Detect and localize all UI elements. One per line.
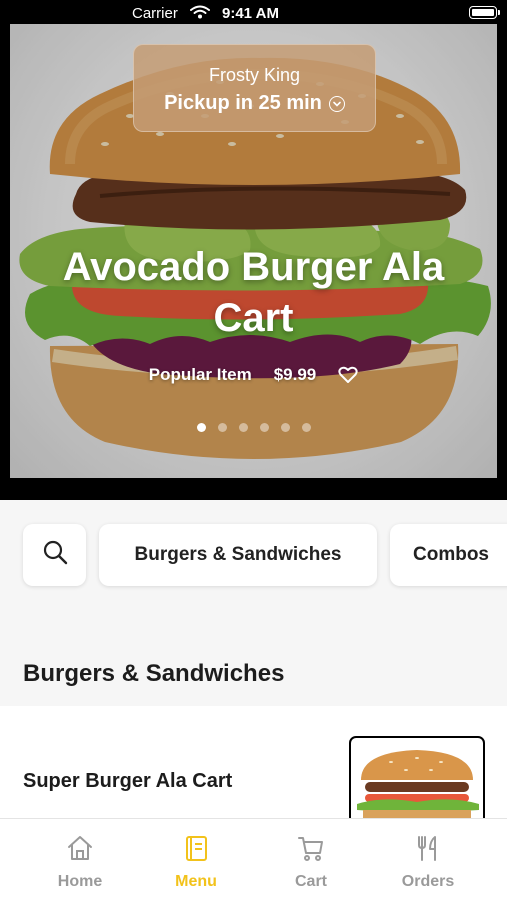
tab-orders[interactable]: Orders	[373, 833, 483, 891]
tab-home[interactable]: Home	[25, 833, 135, 891]
carousel-dot[interactable]	[217, 423, 227, 432]
category-bar: Burgers & Sandwiches Combos	[0, 500, 507, 610]
tab-label-orders: Orders	[401, 873, 455, 890]
carousel-dot[interactable]	[280, 423, 290, 432]
carousel-dot[interactable]	[301, 423, 311, 432]
carousel-dot[interactable]	[259, 423, 269, 432]
hero-item-title[interactable]: Avocado Burger Ala Cart	[30, 242, 477, 344]
wifi-icon	[190, 5, 210, 24]
menu-item-thumbnail	[349, 736, 485, 826]
status-bar: Carrier 9:41 AM	[0, 0, 507, 24]
tab-bar: Home Menu Cart Orders	[0, 818, 507, 900]
hero-image-area: Frosty King Pickup in 25 min Avocado Bur…	[10, 24, 497, 478]
tab-label-home: Home	[57, 873, 103, 890]
category-chip-burgers[interactable]: Burgers & Sandwiches	[99, 524, 377, 586]
search-icon	[42, 539, 68, 571]
category-chip-combos[interactable]: Combos	[390, 524, 507, 586]
menu-item-name: Super Burger Ala Cart	[23, 770, 233, 792]
menu-item-card[interactable]: Super Burger Ala Cart	[0, 706, 507, 826]
fork-knife-icon	[413, 836, 443, 867]
pickup-time-row[interactable]: Pickup in 25 min	[134, 92, 375, 115]
hero-item-meta: Popular Item $9.99	[10, 365, 497, 385]
hero-banner[interactable]: Frosty King Pickup in 25 min Avocado Bur…	[0, 24, 507, 500]
pickup-time-label: Pickup in 25 min	[164, 92, 322, 114]
carousel-dot[interactable]	[196, 423, 206, 432]
carousel-dot[interactable]	[238, 423, 248, 432]
menu-book-icon	[181, 836, 211, 867]
popular-tag: Popular Item	[148, 365, 252, 384]
home-icon	[65, 836, 95, 867]
carousel-dots[interactable]	[10, 423, 497, 432]
tab-cart[interactable]: Cart	[256, 833, 366, 891]
tab-label-cart: Cart	[294, 873, 327, 890]
hero-price: $9.99	[273, 365, 317, 384]
carrier-label: Carrier	[132, 5, 178, 22]
search-button[interactable]	[23, 524, 86, 586]
battery-icon	[469, 6, 500, 19]
chevron-down-icon	[328, 95, 345, 112]
store-name: Frosty King	[208, 65, 301, 85]
tab-menu[interactable]: Menu	[141, 833, 251, 891]
tab-label-menu: Menu	[175, 873, 217, 890]
pickup-selector[interactable]: Frosty King Pickup in 25 min	[133, 44, 376, 132]
section-title: Burgers & Sandwiches	[23, 660, 285, 687]
clock: 9:41 AM	[222, 5, 279, 22]
heart-icon[interactable]	[338, 366, 358, 384]
cart-icon	[296, 837, 326, 867]
